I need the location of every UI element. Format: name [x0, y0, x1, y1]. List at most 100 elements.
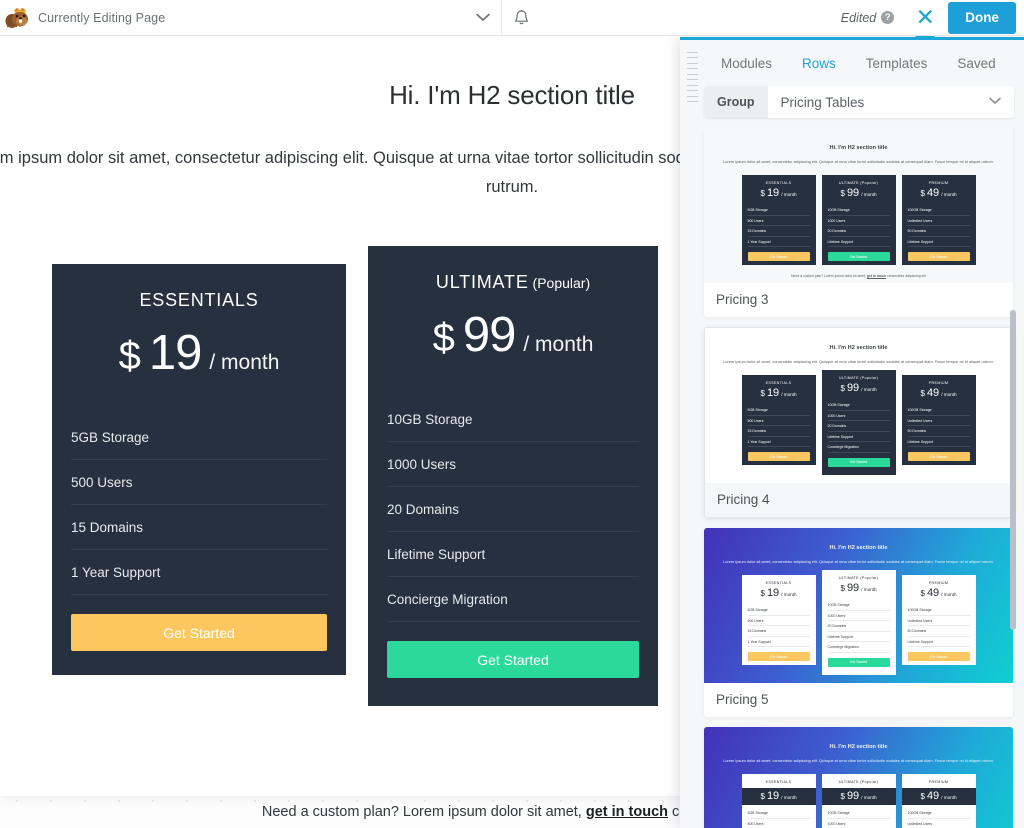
thumb-pricing-card: ESSENTIALS $19/ month 5GB Storage 500 Users…	[741, 175, 816, 266]
tab-templates[interactable]: Templates	[851, 40, 943, 86]
row-template-item[interactable]: Hi. I'm H2 section title Lorem ipsum dolo…	[704, 128, 1013, 317]
group-badge-label: Group	[704, 86, 768, 118]
admin-bar: Currently Editing Page Edited ? ✕ Done	[0, 0, 1024, 36]
row-template-list[interactable]: Hi. I'm H2 section title Lorem ipsum dolo…	[680, 128, 1024, 828]
row-thumbnail-preview: Hi. I'm H2 section title Lorem ipsum dolo…	[704, 727, 1013, 828]
plan-feature: 1 Year Support	[71, 550, 327, 595]
panel-scrollbar-track[interactable]	[1010, 40, 1020, 828]
thumb-title: Hi. I'm H2 section title	[829, 744, 888, 750]
thumb-plan-price: $99/ month	[840, 582, 877, 595]
thumb-cta-button: Get Started	[827, 252, 890, 262]
done-button[interactable]: Done	[948, 1, 1016, 34]
chevron-down-icon[interactable]	[989, 96, 1014, 108]
thumb-feature: Unlimited Users	[907, 216, 970, 227]
thumb-feature: 100GB Storage	[907, 205, 970, 216]
thumb-title: Hi. I'm H2 section title	[829, 145, 888, 151]
row-template-item[interactable]: Hi. I'm H2 section title Lorem ipsum dolo…	[704, 327, 1013, 518]
thumb-feature: Lifetime Support	[827, 432, 890, 443]
thumb-card-row: ESSENTIALS $19/ month 5GB Storage 500 Users…	[718, 570, 999, 675]
plan-name: ULTIMATE	[435, 272, 529, 292]
pricing-card-header: ESSENTIALS	[52, 264, 346, 311]
thumb-plan-name: ULTIMATE (Popular)	[838, 376, 879, 381]
thumb-pricing-card: ESSENTIALS $19/ month 5GB Storage 500 Users…	[741, 375, 816, 466]
help-icon[interactable]: ?	[881, 11, 895, 24]
thumb-feature: 5GB Storage	[747, 605, 810, 616]
thumb-feature: 20 Domains	[827, 226, 890, 237]
thumb-pricing-card: ESSENTIALS $19/ month 5GB Storage 500 Users…	[741, 774, 816, 828]
price-amount: 99	[462, 308, 517, 362]
thumb-pricing-card: PREMIUM $49/ month 100GB Storage Unlimited …	[901, 375, 976, 466]
plan-name: ESSENTIALS	[139, 290, 259, 310]
thumb-pricing-card: ULTIMATE (Popular) $99/ month 10GB Storage…	[821, 370, 896, 475]
thumb-cta-button: Get Started	[907, 652, 970, 662]
thumb-plan-price: $99/ month	[821, 788, 896, 806]
thumb-plan-price: $19/ month	[760, 587, 797, 600]
row-template-item[interactable]: Hi. I'm H2 section title Lorem ipsum dolo…	[704, 528, 1013, 717]
plan-feature: 1000 Users	[387, 442, 639, 487]
pricing-card-header: ULTIMATE (Popular)	[368, 246, 658, 293]
thumb-feature: Lifetime Support	[827, 632, 890, 643]
pricing-card: ESSENTIALS $19 / month 5GB Storage 500 Users…	[52, 264, 346, 675]
thumb-plan-price: $99/ month	[840, 382, 877, 395]
thumb-feature: 20 Domains	[827, 421, 890, 432]
thumb-feature: 1 Year Support	[747, 637, 810, 648]
plan-feature: Concierge Migration	[387, 577, 639, 622]
thumb-feature: 50 Domains	[907, 626, 970, 637]
thumb-cta-button: Get Started	[827, 657, 890, 667]
group-selector[interactable]: Group Pricing Tables	[704, 86, 1014, 118]
get-started-button[interactable]: Get Started	[71, 614, 327, 651]
thumb-feature: 5GB Storage	[747, 405, 810, 416]
thumb-feature: Concierge Migration	[827, 442, 890, 453]
row-thumbnail[interactable]: Hi. I'm H2 section title Lorem ipsum dolo…	[704, 528, 1013, 683]
thumb-pricing-card: PREMIUM $49/ month 100GB Storage Unlimited …	[901, 774, 976, 828]
drag-handle-icon[interactable]	[687, 52, 698, 102]
thumb-pricing-card: ESSENTIALS $19/ month 5GB Storage 500 Users…	[741, 575, 816, 666]
thumb-feature: 100GB Storage	[907, 405, 970, 416]
thumb-feature: 500 Users	[747, 416, 810, 427]
row-thumbnail-preview: Hi. I'm H2 section title Lorem ipsum dolo…	[704, 128, 1013, 283]
thumb-title: Hi. I'm H2 section title	[829, 345, 888, 351]
thumb-subtitle: Lorem ipsum dolor sit amet, consectetur …	[723, 359, 994, 364]
tab-saved[interactable]: Saved	[942, 40, 1010, 86]
row-thumbnail[interactable]: Hi. I'm H2 section title Lorem ipsum dolo…	[705, 328, 1012, 483]
get-started-button[interactable]: Get Started	[387, 641, 639, 678]
edited-label: Edited	[840, 10, 877, 25]
thumb-feature: Unlimited Users	[907, 416, 970, 427]
tab-rows[interactable]: Rows	[787, 40, 851, 86]
thumb-plan-price: $49/ month	[901, 788, 976, 806]
beaver-logo-icon[interactable]	[0, 0, 34, 36]
row-template-label: Pricing 5	[704, 683, 1013, 717]
row-thumbnail[interactable]: Hi. I'm H2 section title Lorem ipsum dolo…	[704, 128, 1013, 283]
row-thumbnail[interactable]: Hi. I'm H2 section title Lorem ipsum dolo…	[704, 727, 1013, 828]
plan-feature: Lifetime Support	[387, 532, 639, 577]
thumb-feature-list: 10GB Storage1000 Users20 DomainsLifetime…	[822, 205, 896, 248]
thumb-pricing-card: ULTIMATE (Popular) $99/ month 10GB Storage…	[821, 570, 896, 675]
plan-feature: 500 Users	[71, 460, 327, 505]
chevron-down-icon[interactable]	[465, 0, 501, 36]
tab-modules[interactable]: Modules	[706, 40, 787, 86]
thumb-feature-list: 10GB Storage1000 Users20 DomainsLifetime…	[822, 808, 896, 828]
thumb-feature: 15 Domains	[747, 226, 810, 237]
thumb-plan-name: ESSENTIALS	[765, 181, 792, 186]
get-in-touch-link[interactable]: get in touch	[586, 804, 668, 820]
bell-icon[interactable]	[502, 0, 542, 36]
thumb-plan-name: ULTIMATE (Popular)	[838, 181, 879, 186]
thumb-plan-name: ESSENTIALS	[765, 581, 792, 586]
thumb-feature: 500 Users	[747, 616, 810, 627]
thumb-plan-name: ULTIMATE (Popular)	[838, 780, 879, 785]
thumb-feature: 100GB Storage	[907, 605, 970, 616]
thumb-cta-button: Get Started	[907, 252, 970, 262]
thumb-feature-list: 10GB Storage1000 Users20 DomainsLifetime…	[822, 400, 896, 453]
thumb-feature: Lifetime Support	[907, 437, 970, 448]
thumb-card-row: ESSENTIALS $19/ month 5GB Storage 500 Users…	[718, 175, 999, 266]
thumb-feature-list: 5GB Storage500 Users15 Domains1 Year Sup…	[742, 205, 816, 248]
price-currency: $	[118, 334, 141, 378]
thumb-price-band: $19/ month	[741, 788, 816, 806]
thumb-feature: Concierge Migration	[827, 642, 890, 653]
close-icon[interactable]: ✕	[910, 0, 940, 36]
row-template-item[interactable]: Hi. I'm H2 section title Lorem ipsum dolo…	[704, 727, 1013, 828]
panel-scrollbar-thumb[interactable]	[1010, 310, 1016, 630]
thumb-card-row: ESSENTIALS $19/ month 5GB Storage 500 Users…	[718, 774, 999, 828]
thumb-feature: Lifetime Support	[907, 237, 970, 248]
thumb-cta-button: Get Started	[747, 452, 810, 462]
